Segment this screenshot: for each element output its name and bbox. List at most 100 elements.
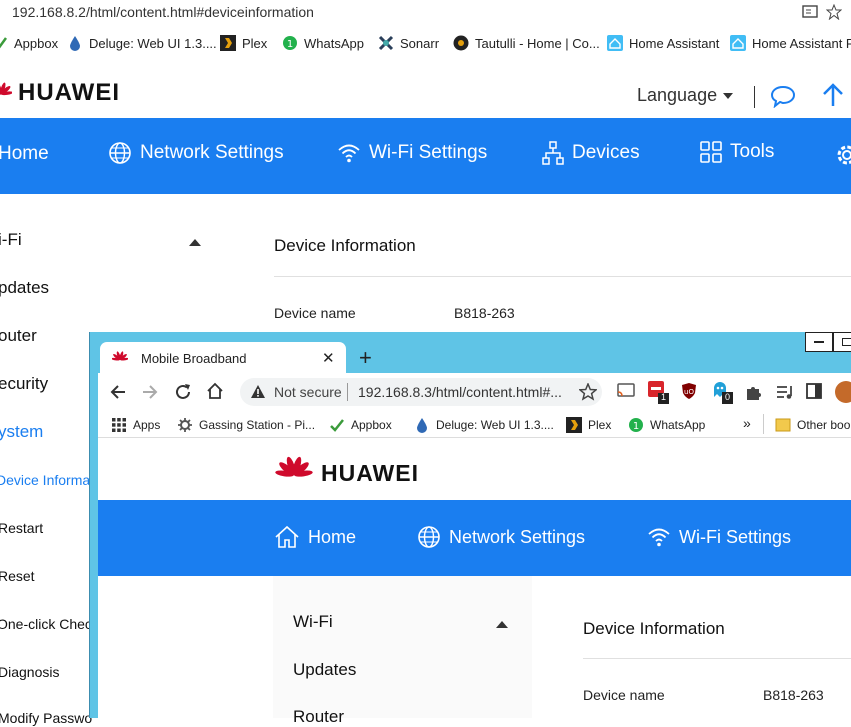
- sidebar-item-router[interactable]: outer: [0, 326, 37, 346]
- new-tab-plus-icon[interactable]: +: [359, 345, 372, 371]
- huawei-logo[interactable]: HUAWEI: [0, 79, 120, 107]
- bookmark-label: Tautulli - Home | Co...: [475, 35, 600, 51]
- sidebar-subitem-modify-password[interactable]: Modify Passwo: [0, 710, 92, 726]
- back-huawei-header: HUAWEI Language: [0, 66, 851, 118]
- sidebar-item-updates[interactable]: pdates: [0, 278, 49, 298]
- extension-red-icon[interactable]: 1: [648, 381, 670, 405]
- sidebar-subitem-reset[interactable]: Reset: [0, 568, 35, 584]
- bookmark-label: Appbox: [14, 35, 59, 51]
- front-toolbar: Not secure 192.168.8.3/html/content.html…: [98, 373, 851, 411]
- sidebar-subitem-diagnosis[interactable]: Diagnosis: [0, 664, 59, 680]
- bookmark-deluge[interactable]: Deluge: Web UI 1.3....: [414, 417, 554, 433]
- nav-label: Network Settings: [449, 526, 586, 547]
- bookmark-other-bookmarks[interactable]: Other boo: [775, 417, 850, 433]
- brand-text: HUAWEI: [18, 79, 120, 106]
- svg-text:uO: uO: [684, 388, 694, 396]
- profile-avatar[interactable]: [835, 381, 851, 403]
- collapse-arrow-icon[interactable]: [189, 239, 201, 246]
- sidebar-subitem-device-information[interactable]: Device Informa: [0, 472, 90, 488]
- back-address-bar[interactable]: 192.168.8.2/html/content.html#deviceinfo…: [0, 0, 851, 25]
- upload-arrow-icon[interactable]: [821, 82, 845, 108]
- gear-icon[interactable]: [834, 142, 851, 168]
- front-address-bar[interactable]: Not secure 192.168.8.3/html/content.html…: [240, 378, 602, 406]
- nav-devices[interactable]: Devices: [542, 141, 640, 165]
- bookmark-home-assistant[interactable]: Home Assistant: [607, 35, 719, 51]
- nav-label: Devices: [572, 142, 640, 163]
- sidebar-item-updates[interactable]: Updates: [293, 660, 356, 680]
- media-queue-icon[interactable]: [776, 384, 794, 400]
- maximize-button[interactable]: [833, 332, 851, 352]
- ublock-icon[interactable]: uO: [681, 382, 697, 400]
- huawei-flower-icon: [275, 456, 313, 477]
- sidepanel-icon[interactable]: [806, 383, 822, 399]
- bookmark-appbox[interactable]: Appbox: [0, 35, 58, 51]
- browser-tab-mobile-broadband[interactable]: Mobile Broadband ✕: [100, 342, 346, 374]
- huawei-flower-icon: [112, 351, 128, 361]
- puzzle-extensions-icon[interactable]: [745, 383, 763, 401]
- collapse-arrow-icon[interactable]: [496, 621, 508, 628]
- nav-wifi-settings[interactable]: Wi-Fi Settings: [337, 142, 487, 164]
- plex-icon: [220, 35, 236, 51]
- bookmark-sonarr[interactable]: Sonarr: [378, 35, 439, 51]
- sidebar-item-system[interactable]: ystem: [0, 422, 43, 442]
- front-address-text[interactable]: 192.168.8.3/html/content.html#...: [358, 384, 562, 400]
- sidebar-item-router[interactable]: Router: [293, 707, 344, 727]
- sidebar-subitem-one-click-check[interactable]: One-click Chec: [0, 616, 92, 632]
- sidebar-subitem-restart[interactable]: Restart: [0, 520, 43, 536]
- back-main-nav: Home Network Settings Wi-Fi Settings Dev…: [0, 118, 851, 194]
- sidebar-item-wifi[interactable]: i-Fi: [0, 230, 22, 250]
- bookmark-plex[interactable]: Plex: [220, 35, 267, 51]
- front-sidebar: Wi-Fi Updates Router: [273, 576, 532, 726]
- home-assistant-icon: [607, 35, 623, 51]
- nav-tools[interactable]: Tools: [700, 141, 774, 163]
- tab-close-icon[interactable]: ✕: [322, 349, 335, 367]
- home-icon: [275, 525, 299, 548]
- bookmark-whatsapp[interactable]: 1 WhatsApp: [282, 35, 364, 51]
- nav-home[interactable]: Home: [274, 525, 356, 549]
- bookmark-whatsapp[interactable]: 1 WhatsApp: [628, 417, 705, 433]
- huawei-logo[interactable]: HUAWEI: [273, 456, 419, 490]
- bookmark-label: Home Assistant: [629, 35, 720, 51]
- nav-wifi-settings[interactable]: Wi-Fi Settings: [647, 526, 791, 548]
- deluge-icon: [70, 36, 80, 51]
- bookmark-tautulli[interactable]: Tautulli - Home | Co...: [453, 35, 600, 51]
- bookmarks-overflow-chevron[interactable]: »: [743, 415, 751, 431]
- nav-network-settings[interactable]: Network Settings: [108, 141, 284, 165]
- maximize-icon: [842, 338, 851, 346]
- bookmark-deluge[interactable]: Deluge: Web UI 1.3....: [67, 35, 217, 51]
- bookmark-plex[interactable]: Plex: [566, 417, 611, 433]
- tools-icon: [700, 141, 722, 163]
- cast-icon[interactable]: [617, 383, 635, 399]
- bookmark-home-assistant-2[interactable]: Home Assistant Re: [730, 35, 851, 51]
- content-title: Device Information: [583, 619, 725, 638]
- front-bookmarks-bar: Apps Gassing Station - Pi... Appbox Delu…: [98, 411, 851, 438]
- chat-icon[interactable]: [770, 84, 796, 108]
- nav-label: Wi-Fi Settings: [369, 142, 488, 163]
- home-icon[interactable]: [206, 382, 224, 400]
- nav-network-settings[interactable]: Network Settings: [417, 525, 585, 549]
- reload-icon[interactable]: [174, 383, 192, 401]
- extension-badge: 0: [725, 392, 731, 402]
- language-label: Language: [637, 85, 718, 105]
- bookmark-star-icon[interactable]: [579, 383, 597, 401]
- nav-home[interactable]: Home: [0, 143, 49, 165]
- reader-icon[interactable]: [802, 5, 818, 19]
- language-selector[interactable]: Language: [637, 85, 734, 106]
- bookmark-star-icon[interactable]: [826, 4, 842, 20]
- ghost-extension-icon[interactable]: 0: [712, 381, 736, 405]
- bookmark-gassing-station[interactable]: Gassing Station - Pi...: [177, 417, 315, 433]
- svg-text:1: 1: [287, 39, 293, 50]
- bookmark-label: Plex: [588, 418, 612, 432]
- minimize-button[interactable]: [805, 332, 833, 352]
- forward-arrow-icon[interactable]: [141, 383, 159, 401]
- back-arrow-icon[interactable]: [109, 383, 127, 401]
- sidebar-item-wifi[interactable]: Wi-Fi: [293, 612, 333, 632]
- sidebar-item-security[interactable]: ecurity: [0, 374, 48, 394]
- device-name-label: Device name: [583, 687, 665, 703]
- device-name-value: B818-263: [763, 687, 824, 703]
- back-address-text[interactable]: 192.168.8.2/html/content.html#deviceinfo…: [12, 4, 314, 20]
- bookmark-appbox[interactable]: Appbox: [329, 417, 392, 433]
- bookmark-apps[interactable]: Apps: [111, 417, 160, 433]
- extension-badge: 1: [661, 392, 667, 402]
- huawei-flower-icon: [0, 82, 12, 96]
